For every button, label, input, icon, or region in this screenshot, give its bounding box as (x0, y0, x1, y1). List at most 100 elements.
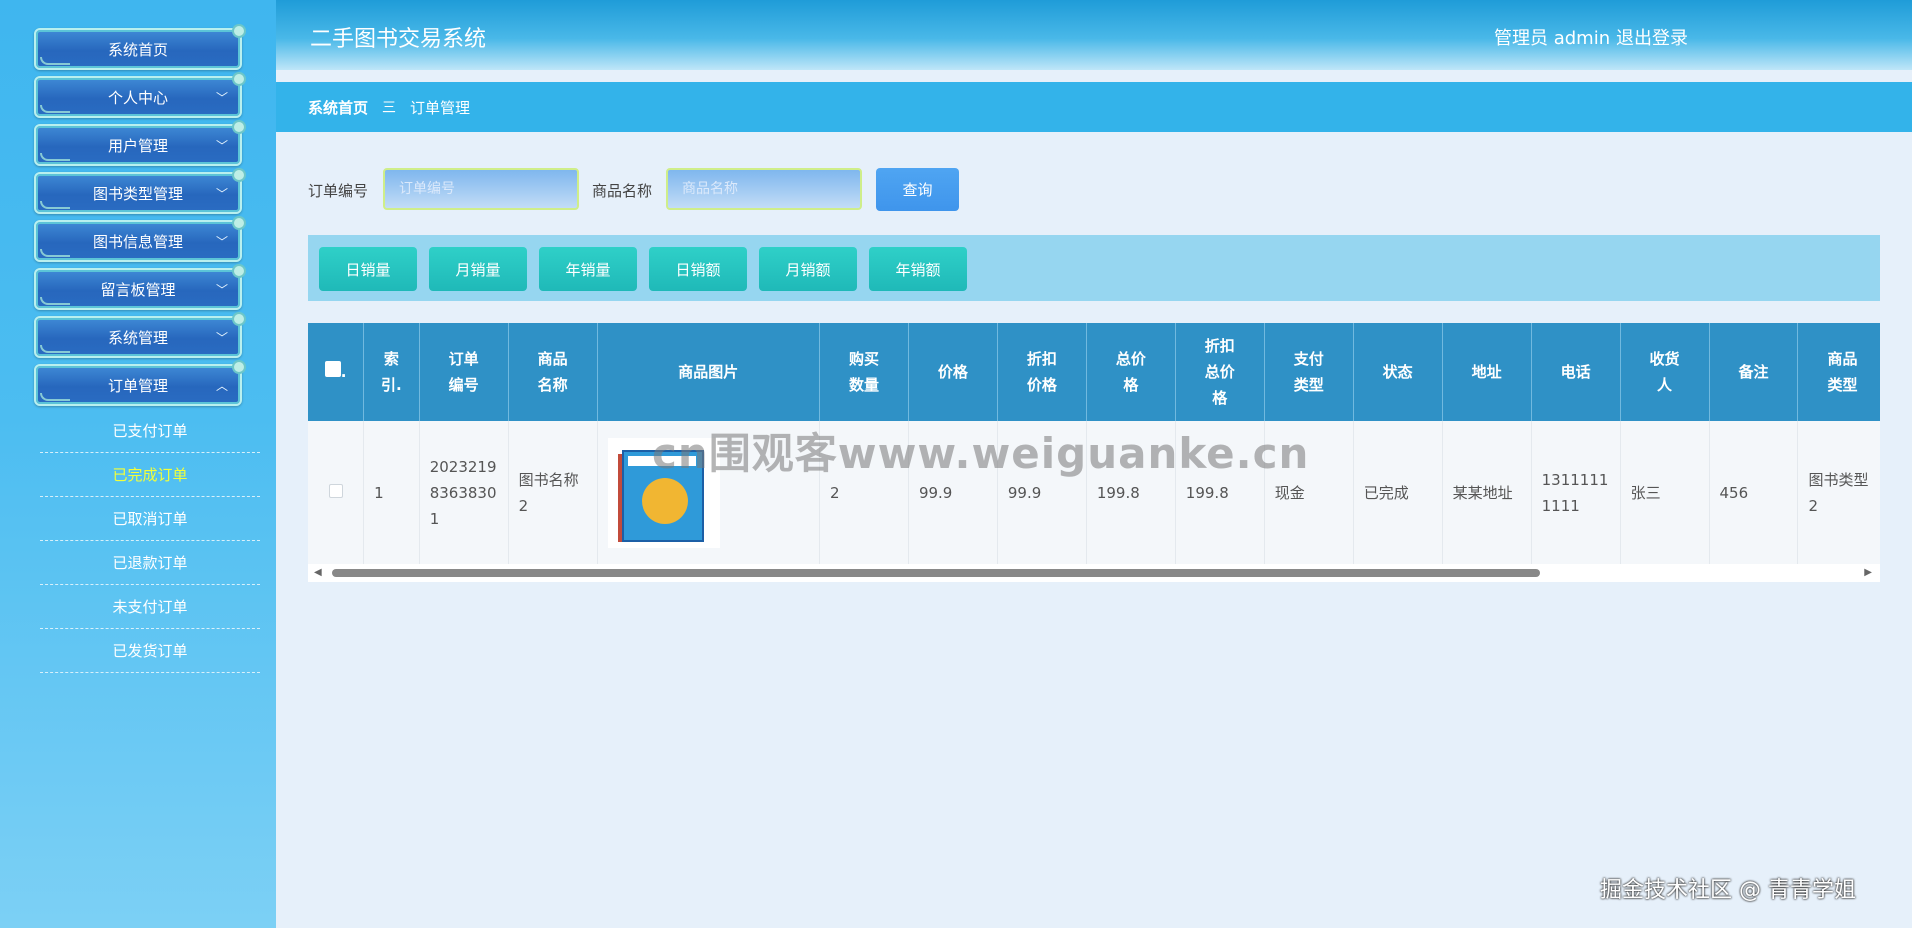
cell-discount-price: 99.9 (997, 421, 1087, 564)
query-button[interactable]: 查询 (876, 168, 959, 211)
submenu-item-cancelled-orders[interactable]: 已取消订单 (40, 497, 260, 541)
cell-order-no: 2023219 8363830 1 (419, 421, 509, 564)
book-cover-image[interactable] (607, 437, 720, 548)
chevron-down-icon: ﹀ (215, 139, 228, 153)
cell-receiver: 张三 (1620, 421, 1710, 564)
submenu-label: 未支付订单 (112, 598, 188, 616)
cell-product-type: 图书类型 2 (1797, 421, 1880, 564)
menu-item-user-management[interactable]: 用户管理 ﹀ (34, 120, 246, 166)
menu-item-order-management[interactable]: 订单管理 ︿ (34, 360, 246, 406)
cell-quantity: 2 (819, 421, 909, 564)
submenu-item-shipped-orders[interactable]: 已发货订单 (40, 629, 260, 673)
column-header: 折扣 总价 格 (1175, 323, 1265, 421)
current-user: 管理员 admin (1494, 28, 1611, 49)
menu-ornament-icon (232, 120, 246, 134)
submenu-label: 已发货订单 (112, 642, 188, 660)
chevron-down-icon: ﹀ (215, 283, 228, 297)
cell-note: 456 (1709, 421, 1799, 564)
menu-ornament-icon (232, 264, 246, 278)
cell-total: 199.8 (1086, 421, 1176, 564)
column-header: 折扣 价格 (997, 323, 1087, 421)
credit-watermark: 掘金技术社区 @ 青青学姐 (1600, 878, 1856, 903)
submenu-item-refunded-orders[interactable]: 已退款订单 (40, 541, 260, 585)
yearly-sales-amount-button[interactable]: 年销额 (869, 247, 967, 291)
chevron-down-icon: ﹀ (215, 331, 228, 345)
submenu-label: 已退款订单 (112, 554, 188, 572)
select-all-header[interactable]: . (308, 323, 365, 421)
swirl-icon (40, 57, 70, 65)
menu-item-book-info-management[interactable]: 图书信息管理 ﹀ (34, 216, 246, 262)
breadcrumb: 系统首页 三 订单管理 (276, 82, 1912, 132)
submenu-item-completed-orders[interactable]: 已完成订单 (40, 453, 260, 497)
cell-address: 某某地址 (1442, 421, 1532, 564)
menu-item-book-type-management[interactable]: 图书类型管理 ﹀ (34, 168, 246, 214)
swirl-icon (40, 105, 70, 113)
submenu-label: 已取消订单 (112, 510, 188, 528)
breadcrumb-separator: 三 (382, 100, 397, 116)
menu-ornament-icon (232, 360, 246, 374)
menu-ornament-icon (232, 72, 246, 86)
cell-phone: 1311111 1111 (1531, 421, 1621, 564)
submenu-label: 已完成订单 (112, 466, 188, 484)
menu-item-personal-center[interactable]: 个人中心 ﹀ (34, 72, 246, 118)
breadcrumb-current: 订单管理 (410, 98, 471, 117)
logout-link[interactable]: 退出登录 (1616, 24, 1688, 50)
column-header: 收货 人 (1620, 323, 1710, 421)
yearly-sales-volume-button[interactable]: 年销量 (539, 247, 637, 291)
monthly-sales-amount-button[interactable]: 月销额 (759, 247, 857, 291)
product-name-label: 商品名称 (592, 182, 653, 200)
column-header: 支付 类型 (1264, 323, 1354, 421)
menu-label: 个人中心 (107, 88, 168, 107)
product-name-input[interactable] (666, 168, 862, 210)
monthly-sales-volume-button[interactable]: 月销量 (429, 247, 527, 291)
daily-sales-volume-button[interactable]: 日销量 (319, 247, 417, 291)
chevron-up-icon: ︿ (215, 379, 228, 393)
menu-item-home[interactable]: 系统首页 (34, 24, 246, 70)
swirl-icon (40, 393, 70, 401)
menu-label: 系统管理 (107, 328, 168, 347)
menu-label: 图书类型管理 (92, 184, 183, 203)
menu-ornament-icon (232, 24, 246, 38)
table-horizontal-scrollbar[interactable]: ◀ ▶ (308, 564, 1880, 582)
scrollbar-thumb[interactable] (332, 569, 1540, 577)
column-header: 索 引. (363, 323, 420, 421)
column-header: 订单 编号 (419, 323, 509, 421)
column-header: 价格 (908, 323, 998, 421)
daily-sales-amount-button[interactable]: 日销额 (649, 247, 747, 291)
swirl-icon (40, 153, 70, 161)
column-header: 总价 格 (1086, 323, 1176, 421)
scroll-left-arrow-icon[interactable]: ◀ (314, 567, 322, 578)
column-header: 商品 类型 (1797, 323, 1880, 421)
column-header: 地址 (1442, 323, 1532, 421)
column-header: 商品图片 (597, 323, 820, 421)
submenu-item-paid-orders[interactable]: 已支付订单 (40, 409, 260, 453)
sidebar: 系统首页 个人中心 ﹀ 用户管理 ﹀ 图书类型管理 ﹀ 图书信息管理 ﹀ 留言板… (0, 0, 276, 928)
breadcrumb-home[interactable]: 系统首页 (308, 97, 368, 118)
cell-pay-type: 现金 (1264, 421, 1354, 564)
menu-label: 留言板管理 (100, 280, 176, 299)
cell-product-name: 图书名称 2 (508, 421, 598, 564)
select-all-checkbox[interactable] (324, 361, 341, 377)
column-header: 商品 名称 (508, 323, 598, 421)
cell-price: 99.9 (908, 421, 998, 564)
row-select-cell[interactable] (308, 421, 365, 564)
table-row[interactable]: 1 2023219 8363830 1 图书名称 2 2 99.9 99.9 1… (308, 421, 1880, 564)
orders-table: . 索 引. 订单 编号 商品 名称 商品图片 购买 数量 价格 折扣 价格 总… (308, 323, 1880, 564)
chevron-down-icon: ﹀ (215, 187, 228, 201)
menu-item-system-management[interactable]: 系统管理 ﹀ (34, 312, 246, 358)
swirl-icon (40, 345, 70, 353)
submenu-item-unpaid-orders[interactable]: 未支付订单 (40, 585, 260, 629)
row-checkbox[interactable] (328, 483, 343, 498)
app-title: 二手图书交易系统 (310, 27, 487, 52)
table-header-row: . 索 引. 订单 编号 商品 名称 商品图片 购买 数量 价格 折扣 价格 总… (308, 323, 1880, 421)
chevron-down-icon: ﹀ (215, 91, 228, 105)
scroll-right-arrow-icon[interactable]: ▶ (1864, 567, 1872, 578)
menu-ornament-icon (232, 216, 246, 230)
cell-product-image (597, 421, 820, 564)
column-header: 电话 (1531, 323, 1621, 421)
menu-label: 订单管理 (107, 376, 168, 395)
order-no-input[interactable] (383, 168, 579, 210)
column-header: 备注 (1709, 323, 1799, 421)
menu-item-message-board-management[interactable]: 留言板管理 ﹀ (34, 264, 246, 310)
top-header: 二手图书交易系统 管理员 admin 退出登录 (276, 0, 1912, 70)
